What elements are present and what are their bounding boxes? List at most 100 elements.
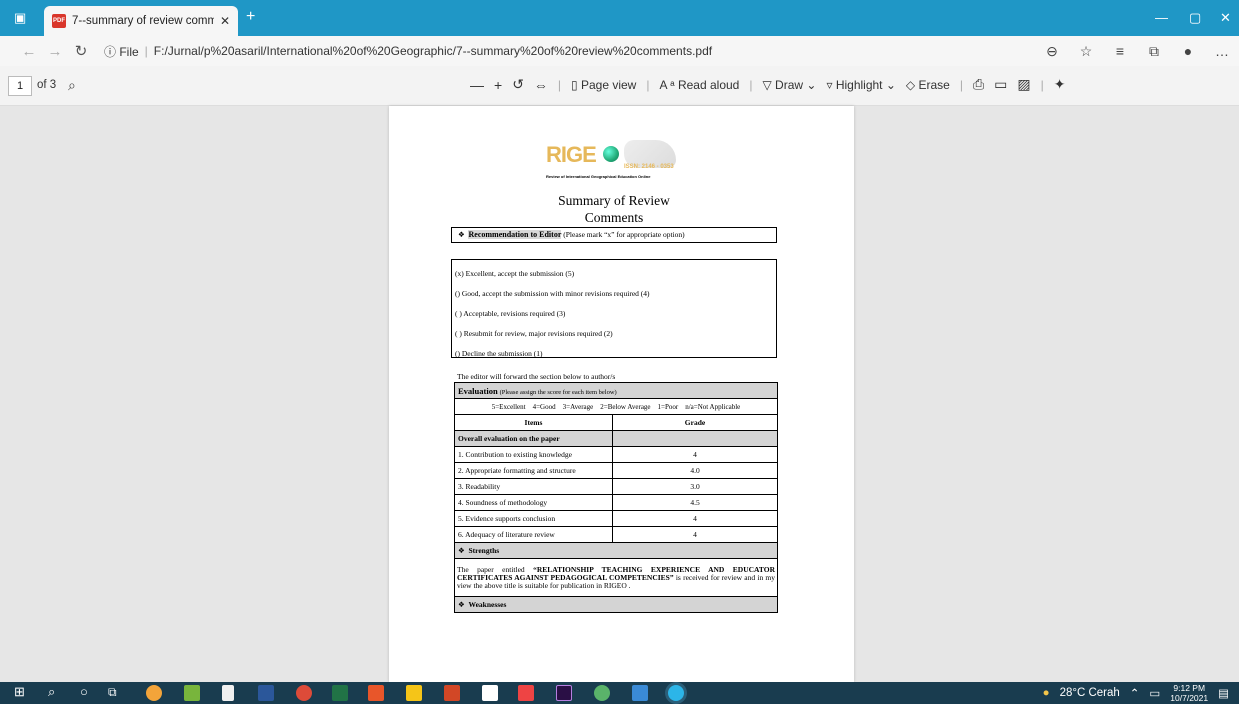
close-window-button[interactable]: ✕: [1220, 10, 1231, 26]
page-view-button[interactable]: ▯ Page view: [571, 78, 636, 92]
tab-actions-icon[interactable]: ▣: [14, 10, 26, 26]
more-icon[interactable]: …: [1205, 43, 1239, 59]
pdf-file-icon: PDF: [52, 14, 66, 28]
app-icon[interactable]: [518, 685, 534, 701]
system-tray: ● 28°C Cerah ⌃ ▭ 9:12 PM 10/7/2021 ▤: [1043, 682, 1229, 704]
weather-text[interactable]: 28°C Cerah: [1060, 687, 1120, 699]
refresh-icon[interactable]: ↻: [68, 42, 94, 60]
highlight-button[interactable]: ▿ Highlight ⌄: [826, 78, 895, 92]
save-icon[interactable]: ▭: [994, 76, 1007, 93]
browser-tab[interactable]: PDF 7--summary of review comments ✕: [44, 6, 238, 36]
bullet-icon: ❖: [458, 546, 465, 555]
file-explorer-icon[interactable]: [406, 685, 422, 701]
evaluation-header: Evaluation (Please assign the score for …: [453, 382, 779, 399]
excel-icon[interactable]: [332, 685, 348, 701]
draw-button[interactable]: ▽ Draw ⌄: [762, 78, 816, 92]
row-item: 1. Contribution to existing knowledge: [454, 446, 613, 463]
taskbar-search-icon[interactable]: ⌕: [48, 684, 64, 700]
zoom-out-icon[interactable]: —: [470, 77, 484, 93]
word-icon[interactable]: [258, 685, 274, 701]
chrome-icon[interactable]: [296, 685, 312, 701]
weaknesses-header: ❖ Weaknesses: [453, 596, 779, 613]
grading-scale: 5=Excellent 4=Good 3=Average 2=Below Ave…: [453, 398, 779, 415]
table-row: 5. Evidence supports conclusion 4: [454, 510, 779, 527]
powerpoint-icon[interactable]: [444, 685, 460, 701]
tab-close-icon[interactable]: ✕: [220, 14, 230, 28]
table-row: 3. Readability 3.0: [454, 478, 779, 495]
rotate-icon[interactable]: ↺: [512, 76, 524, 93]
back-icon[interactable]: ←: [16, 43, 42, 60]
strengths-text: The paper entitled “RELATIONSHIP TEACHIN…: [453, 558, 779, 597]
nvidia-icon[interactable]: [184, 685, 200, 701]
minimize-button[interactable]: —: [1155, 10, 1168, 25]
option-acceptable: ( ) Acceptable, revisions required (3): [455, 309, 566, 318]
premiere-icon[interactable]: [556, 685, 572, 701]
pin-toolbar-icon[interactable]: ✦: [1054, 76, 1066, 93]
recommendation-note: (Please mark “x” for appropriate option): [563, 230, 685, 239]
favorites-list-icon[interactable]: ≡: [1103, 43, 1137, 59]
zoom-in-icon[interactable]: +: [494, 77, 502, 93]
tab-title: 7--summary of review comments: [72, 15, 214, 27]
table-row: 2. Appropriate formatting and structure 4…: [454, 462, 779, 479]
pdf-viewer[interactable]: RIGE ISSN: 2146 - 0353 Review of Interna…: [0, 106, 1239, 682]
rigeo-logo: RIGE ISSN: 2146 - 0353 Review of Interna…: [546, 140, 678, 186]
table-row: 4. Soundness of methodology 4.5: [454, 494, 779, 511]
option-good: () Good, accept the submission with mino…: [455, 289, 650, 298]
network-icon[interactable]: ▭: [1149, 686, 1160, 700]
site-info-icon[interactable]: ⓘ File: [104, 43, 139, 60]
erase-button[interactable]: ◇ Erase: [906, 78, 950, 92]
eraser-icon: ◇: [905, 77, 919, 92]
edge-icon[interactable]: [668, 685, 684, 701]
weather-icon: ●: [1042, 687, 1050, 699]
notepad-icon[interactable]: [222, 685, 234, 701]
evaluation-label: Evaluation: [458, 385, 498, 396]
doc-title-line1: Summary of Review: [558, 193, 670, 208]
option-excellent: (x) Excellent, accept the submission (5): [455, 269, 575, 278]
notifications-icon[interactable]: ▤: [1218, 686, 1229, 700]
evaluation-table: Evaluation (Please assign the score for …: [453, 382, 779, 613]
app-icon[interactable]: [594, 685, 610, 701]
pdf-reader-icon[interactable]: [368, 685, 384, 701]
read-aloud-icon: A ᵃ: [659, 77, 678, 92]
read-aloud-button[interactable]: A ᵃ Read aloud: [659, 78, 739, 92]
url-field[interactable]: ⓘ File | F:/Jurnal/p%20asaril/Internatio…: [104, 43, 1035, 60]
store-icon[interactable]: [482, 685, 498, 701]
row-grade: 4: [611, 526, 779, 543]
pdf-page: RIGE ISSN: 2146 - 0353 Review of Interna…: [389, 106, 854, 682]
overall-evaluation-grade: [611, 430, 779, 447]
print-icon[interactable]: ⎙: [973, 76, 984, 93]
chevron-down-icon: ⌄: [803, 77, 817, 92]
page-number-input[interactable]: 1: [8, 76, 32, 96]
zoom-icon[interactable]: ⊖: [1035, 43, 1069, 60]
fit-page-icon[interactable]: ⇔: [534, 77, 548, 93]
toolbar-divider: |: [959, 77, 963, 92]
collections-icon[interactable]: ⧉: [1137, 43, 1171, 60]
cortana-icon[interactable]: ○: [80, 684, 96, 700]
recommendation-box: ❖ Recommendation to Editor (Please mark …: [451, 227, 777, 243]
show-hidden-icons-icon[interactable]: ⌃: [1130, 686, 1140, 700]
highlight-icon: ▿: [826, 77, 836, 92]
row-grade: 4: [611, 446, 779, 463]
favorite-icon[interactable]: ☆: [1069, 43, 1103, 60]
option-decline: () Decline the submission (1): [455, 349, 543, 358]
option-resubmit: ( ) Resubmit for review, major revisions…: [455, 329, 613, 338]
overall-evaluation-label: Overall evaluation on the paper: [454, 430, 613, 447]
draw-icon: ▽: [762, 77, 776, 92]
new-tab-button[interactable]: +: [246, 8, 255, 26]
save-as-icon[interactable]: ▨: [1017, 76, 1030, 93]
search-icon[interactable]: ⌕: [68, 77, 76, 94]
row-item: 5. Evidence supports conclusion: [454, 510, 613, 527]
bullet-icon: ❖: [458, 230, 465, 239]
clock[interactable]: 9:12 PM 10/7/2021: [1170, 683, 1208, 703]
start-windows-icon[interactable]: ⊞: [14, 684, 30, 700]
toolbar-divider: |: [646, 77, 650, 92]
profile-avatar[interactable]: ●: [1171, 43, 1205, 59]
weather-app-icon[interactable]: [146, 685, 162, 701]
forward-icon[interactable]: →: [42, 43, 68, 60]
grade-header: Grade: [611, 414, 779, 431]
photos-icon[interactable]: [632, 685, 648, 701]
url-text[interactable]: F:/Jurnal/p%20asaril/International%20of%…: [154, 44, 712, 58]
recommendation-options: (x) Excellent, accept the submission (5)…: [451, 259, 777, 358]
task-view-icon[interactable]: ⧉: [108, 685, 124, 701]
restore-button[interactable]: ▢: [1189, 10, 1201, 26]
